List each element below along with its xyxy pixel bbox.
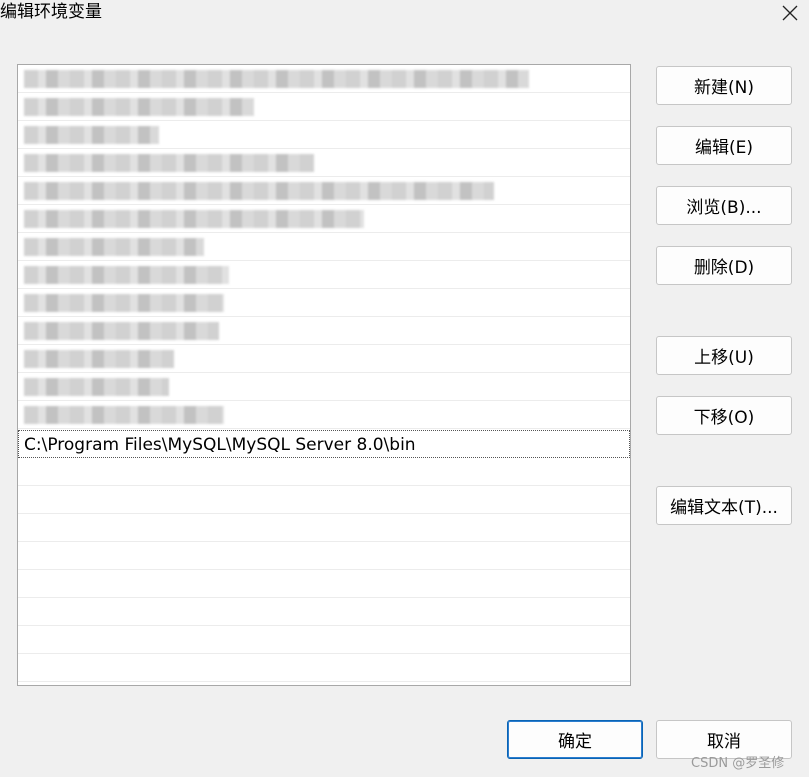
- list-item-empty[interactable]: [18, 458, 630, 486]
- ok-button[interactable]: 确定: [507, 720, 643, 759]
- edit-text-button[interactable]: 编辑文本(T)...: [656, 486, 792, 525]
- list-item-redacted[interactable]: [18, 373, 630, 401]
- list-item-redacted[interactable]: [18, 65, 630, 93]
- window-title: 编辑环境变量: [0, 2, 102, 22]
- list-item-empty[interactable]: [18, 598, 630, 626]
- watermark: CSDN @罗圣修: [691, 756, 785, 771]
- list-item-redacted[interactable]: [18, 317, 630, 345]
- move-up-button[interactable]: 上移(U): [656, 336, 792, 375]
- list-item-redacted[interactable]: [18, 177, 630, 205]
- list-item-text: C:\Program Files\MySQL\MySQL Server 8.0\…: [24, 435, 416, 455]
- list-item-mysql[interactable]: C:\Program Files\MySQL\MySQL Server 8.0\…: [18, 430, 630, 458]
- list-item-empty[interactable]: [18, 570, 630, 598]
- delete-button[interactable]: 删除(D): [656, 246, 792, 285]
- list-item-redacted[interactable]: [18, 289, 630, 317]
- close-icon: [782, 5, 798, 21]
- list-item-redacted[interactable]: [18, 205, 630, 233]
- title-bar: 编辑环境变量: [0, 0, 809, 30]
- list-item-redacted[interactable]: [18, 233, 630, 261]
- list-item-empty[interactable]: [18, 654, 630, 682]
- list-item-empty[interactable]: [18, 626, 630, 654]
- list-item-redacted[interactable]: [18, 93, 630, 121]
- list-item-empty[interactable]: [18, 486, 630, 514]
- list-item-redacted[interactable]: [18, 121, 630, 149]
- list-item-empty[interactable]: [18, 514, 630, 542]
- close-button[interactable]: [773, 0, 807, 26]
- list-item-redacted[interactable]: [18, 401, 630, 429]
- list-item-redacted[interactable]: [18, 149, 630, 177]
- new-button[interactable]: 新建(N): [656, 66, 792, 105]
- list-item-empty[interactable]: [18, 542, 630, 570]
- browse-button[interactable]: 浏览(B)...: [656, 186, 792, 225]
- list-item-redacted[interactable]: [18, 261, 630, 289]
- path-list[interactable]: C:\Program Files\MySQL\MySQL Server 8.0\…: [17, 64, 631, 686]
- move-down-button[interactable]: 下移(O): [656, 396, 792, 435]
- list-item-redacted[interactable]: [18, 345, 630, 373]
- edit-button[interactable]: 编辑(E): [656, 126, 792, 165]
